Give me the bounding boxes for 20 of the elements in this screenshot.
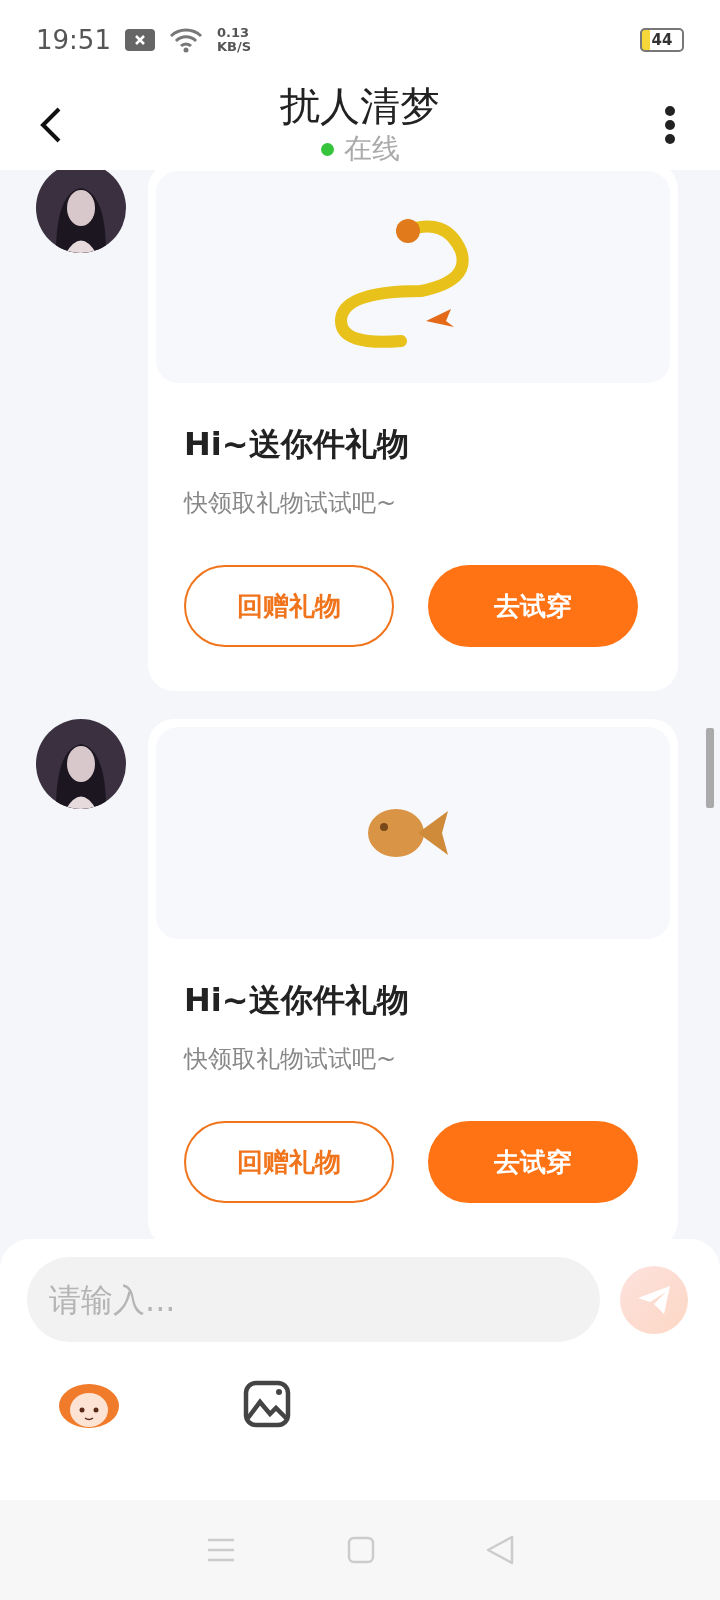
- network-speed: 0.13: [216, 26, 250, 40]
- more-button[interactable]: [664, 105, 676, 145]
- try-on-button[interactable]: 去试穿: [428, 1121, 638, 1203]
- chat-title: 扰人清梦: [280, 82, 440, 130]
- message-input[interactable]: 请输入...: [27, 1257, 600, 1342]
- wifi-icon: [168, 27, 203, 53]
- gift-title: Hi~送你件礼物: [184, 424, 410, 465]
- clock: 19:51: [36, 25, 111, 55]
- try-on-button[interactable]: 去试穿: [428, 565, 638, 647]
- image-icon[interactable]: [243, 1380, 291, 1428]
- online-status: 在线: [343, 131, 400, 167]
- return-gift-button[interactable]: 回赠礼物: [184, 1121, 394, 1203]
- notification-icon: [124, 29, 155, 51]
- network-speed-unit: KB/S: [216, 40, 252, 54]
- battery-icon: 44: [640, 28, 684, 52]
- gift-title: Hi~送你件礼物: [184, 980, 410, 1021]
- paper-plane-icon: [636, 1283, 672, 1316]
- return-gift-button[interactable]: 回赠礼物: [184, 565, 394, 647]
- gift-subtitle: 快领取礼物试试吧~: [184, 1044, 398, 1075]
- gift-subtitle: 快领取礼物试试吧~: [184, 488, 398, 519]
